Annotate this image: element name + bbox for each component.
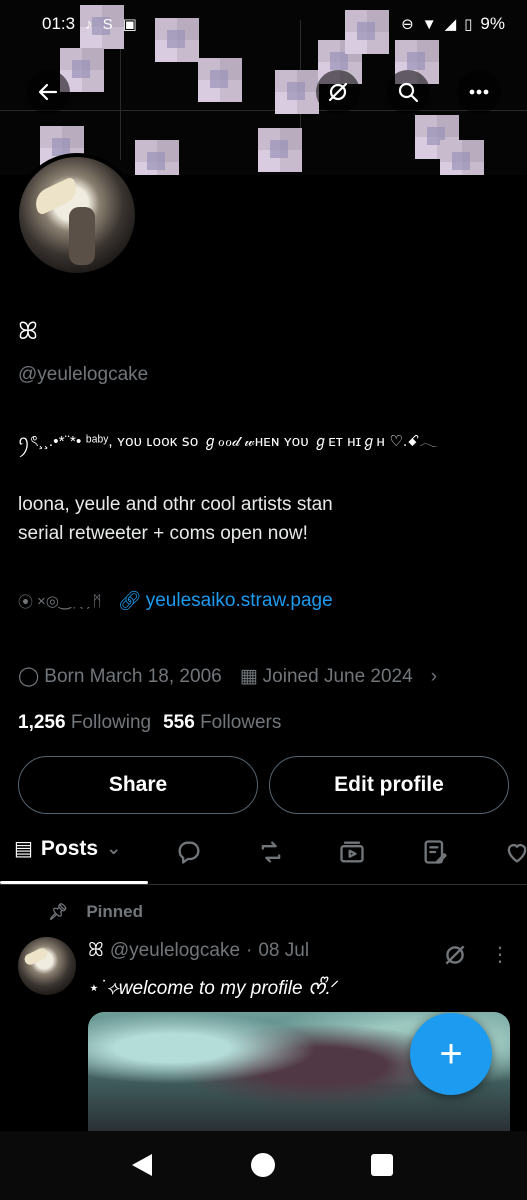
joined-text: Joined June 2024 bbox=[262, 665, 413, 687]
post-author-handle[interactable]: @yeulelogcake bbox=[110, 940, 240, 962]
post-author-avatar[interactable] bbox=[18, 937, 76, 995]
post-grok-button[interactable] bbox=[442, 942, 468, 968]
notification-icon: ▣ bbox=[122, 16, 137, 33]
location-text: ×◎‿ ̣ ̣ˎ ̗ ᛗ bbox=[37, 593, 102, 610]
followers-count: 556 bbox=[163, 712, 195, 733]
followers-link[interactable]: 556 Followers bbox=[163, 712, 281, 734]
post-author-name[interactable]: ꕤ bbox=[88, 940, 104, 962]
profile-link[interactable]: 🔗︎ yeulesaiko.straw.page bbox=[118, 589, 333, 613]
chevron-right-icon[interactable]: › bbox=[431, 666, 437, 688]
battery-icon: ▯ bbox=[464, 16, 473, 33]
battery-level: 9% bbox=[480, 14, 505, 33]
tab-posts-label: Posts bbox=[40, 836, 99, 860]
tab-media[interactable] bbox=[338, 838, 366, 866]
link-icon: 🔗︎ bbox=[117, 591, 142, 612]
post-date[interactable]: 08 Jul bbox=[258, 940, 309, 962]
pinned-label: Pinned bbox=[86, 902, 143, 921]
compose-button[interactable]: + bbox=[410, 1013, 492, 1095]
status-bar: 01:3 ♪ S ▣ ⊖ ▼ ◢ ▯ 9% bbox=[0, 0, 527, 48]
birthday: ◯ Born March 18, 2006 bbox=[18, 665, 222, 688]
clock: 01:3 bbox=[42, 14, 76, 33]
edit-profile-button[interactable]: Edit profile bbox=[269, 756, 509, 814]
tiktok-icon: ♪ bbox=[85, 15, 93, 33]
search-button[interactable] bbox=[386, 70, 430, 114]
tab-articles[interactable] bbox=[421, 838, 449, 866]
share-button[interactable]: Share bbox=[18, 756, 258, 814]
pinned-indicator: 📌︎ Pinned bbox=[48, 902, 143, 922]
posts-tab-icon: ▤ bbox=[14, 838, 33, 860]
profile-avatar[interactable] bbox=[15, 153, 139, 277]
more-button[interactable] bbox=[457, 70, 501, 114]
tab-replies[interactable] bbox=[175, 838, 203, 866]
pin-icon: 📌︎ bbox=[48, 904, 69, 921]
wifi-icon: ▼ bbox=[421, 15, 437, 33]
bio-decorative-line: ꪆৎ¸¸.•*¨*• ᵇᵃᵇʸ, ʏᴏᴜ ʟᴏᴏᴋ ꜱᴏ ℊℴℴ𝒹 𝓌ʜᴇɴ ʏ… bbox=[18, 433, 438, 450]
following-link[interactable]: 1,256 Following bbox=[18, 712, 151, 734]
post-more-button[interactable]: ⋮ bbox=[490, 942, 510, 967]
profile-tabs: ▤ Posts ⌄ bbox=[0, 826, 527, 884]
repost-icon bbox=[261, 841, 281, 863]
system-home-button[interactable] bbox=[251, 1153, 275, 1177]
joined-date: ▦ Joined June 2024 bbox=[240, 665, 413, 688]
signal-icon: ◢ bbox=[444, 16, 457, 33]
system-recents-button[interactable] bbox=[371, 1154, 393, 1176]
tab-likes[interactable] bbox=[503, 838, 527, 866]
profile-link-text[interactable]: yeulesaiko.straw.page bbox=[146, 590, 333, 612]
follow-stats: 1,256 Following 556 Followers bbox=[18, 712, 281, 734]
tab-reposts[interactable] bbox=[257, 838, 285, 866]
tab-posts[interactable]: ▤ Posts ⌄ bbox=[14, 836, 121, 861]
profile-meta-location-link: ⦿ ×◎‿ ̣ ̣ˎ ̗ ᛗ 🔗︎ yeulesaiko.straw.page bbox=[18, 589, 333, 613]
display-name: ꕤ bbox=[18, 318, 38, 345]
tabs-divider bbox=[0, 884, 527, 885]
grok-button[interactable] bbox=[316, 70, 360, 114]
heart-icon bbox=[507, 844, 527, 863]
calendar-icon: ▦ bbox=[239, 666, 258, 687]
following-label: Following bbox=[70, 712, 152, 733]
birthday-text: Born March 18, 2006 bbox=[44, 665, 222, 687]
media-icon bbox=[340, 841, 364, 863]
search-icon bbox=[398, 82, 419, 103]
following-count: 1,256 bbox=[18, 712, 66, 733]
profile-meta-dates[interactable]: ◯ Born March 18, 2006 ▦ Joined June 2024… bbox=[18, 665, 437, 688]
location-pin-icon: ⦿ bbox=[18, 593, 34, 611]
chevron-down-icon: ⌄ bbox=[106, 838, 122, 858]
profile-top-nav bbox=[0, 70, 527, 122]
bio-line: loona, yeule and othr cool artists stan bbox=[18, 494, 333, 515]
profile-info: ꕤ @yeulelogcake ꪆৎ¸¸.•*¨*• ᵇᵃᵇʸ, ʏᴏᴜ ʟᴏᴏ… bbox=[18, 318, 513, 733]
bio-line: serial retweeter + coms open now! bbox=[18, 523, 308, 544]
grok-icon bbox=[328, 82, 348, 102]
profile-handle: @yeulelogcake bbox=[18, 364, 149, 385]
balloon-icon: ◯ bbox=[18, 666, 40, 687]
bio: loona, yeule and othr cool artists stan … bbox=[18, 490, 513, 548]
grok-icon bbox=[445, 945, 465, 965]
post-separator: · bbox=[246, 940, 253, 961]
location: ⦿ ×◎‿ ̣ ̣ˎ ̗ ᛗ bbox=[18, 591, 102, 612]
system-back-button[interactable] bbox=[132, 1154, 152, 1176]
plus-icon: + bbox=[439, 1032, 463, 1076]
banner-tile bbox=[258, 128, 302, 172]
banner-tile bbox=[440, 140, 484, 175]
banner-tile bbox=[135, 140, 179, 175]
arrow-left-icon bbox=[38, 83, 58, 101]
system-navigation-bar bbox=[0, 1131, 527, 1200]
followers-label: Followers bbox=[200, 712, 282, 733]
back-button[interactable] bbox=[26, 70, 70, 114]
article-edit-icon bbox=[424, 840, 447, 864]
reply-icon bbox=[178, 841, 200, 864]
snapchat-icon: S bbox=[102, 15, 113, 33]
more-dots-icon bbox=[469, 89, 489, 95]
dnd-icon: ⊖ bbox=[401, 16, 414, 33]
post-header: ꕤ @yeulelogcake · 08 Jul bbox=[88, 940, 309, 962]
post-text: ⋆˙⟡welcome to my profile ᰔᩚ.ᐟ bbox=[88, 978, 339, 999]
